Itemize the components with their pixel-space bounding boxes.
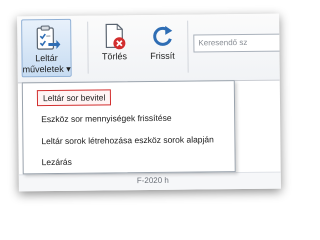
inventory-actions-label-line1: Leltár [35,52,58,64]
inventory-actions-button[interactable]: Leltár műveletek ▾ [21,18,72,78]
toolbar-separator [87,21,89,74]
menu-item-close[interactable]: Lezárás [42,155,72,169]
refresh-label: Frissít [150,50,175,61]
inventory-actions-label-text: műveletek [22,63,64,75]
menu-item-update-asset-quantities[interactable]: Eszköz sor mennyiségek frissítése [41,111,172,126]
document-delete-icon [95,21,133,51]
inventory-actions-label-line2: műveletek ▾ [23,64,71,76]
menu-item-create-lines-from-assets[interactable]: Leltár sorok létrehozása eszköz sorok al… [41,132,214,148]
chevron-down-icon: ▾ [66,63,71,74]
ribbon-toolbar: Leltár műveletek ▾ Törlés Frissít Kerese… [17,13,281,84]
screenshot-card: Leltár műveletek ▾ Törlés Frissít Kerese… [17,13,281,192]
grid-cell-text: F-2020 h [136,175,169,186]
delete-label: Törlés [101,51,128,62]
clipboard-check-arrow-icon [22,23,70,54]
toolbar-separator [187,20,189,73]
search-input[interactable]: Keresendő sz [193,33,281,53]
inventory-actions-dropdown-menu: Leltár sor bevitel Eszköz sor mennyisége… [21,80,236,175]
refresh-icon [141,21,183,51]
menu-item-inventory-line-entry[interactable]: Leltár sor bevitel [36,89,112,107]
delete-button[interactable]: Törlés [95,18,134,76]
refresh-button[interactable]: Frissít [141,18,184,76]
